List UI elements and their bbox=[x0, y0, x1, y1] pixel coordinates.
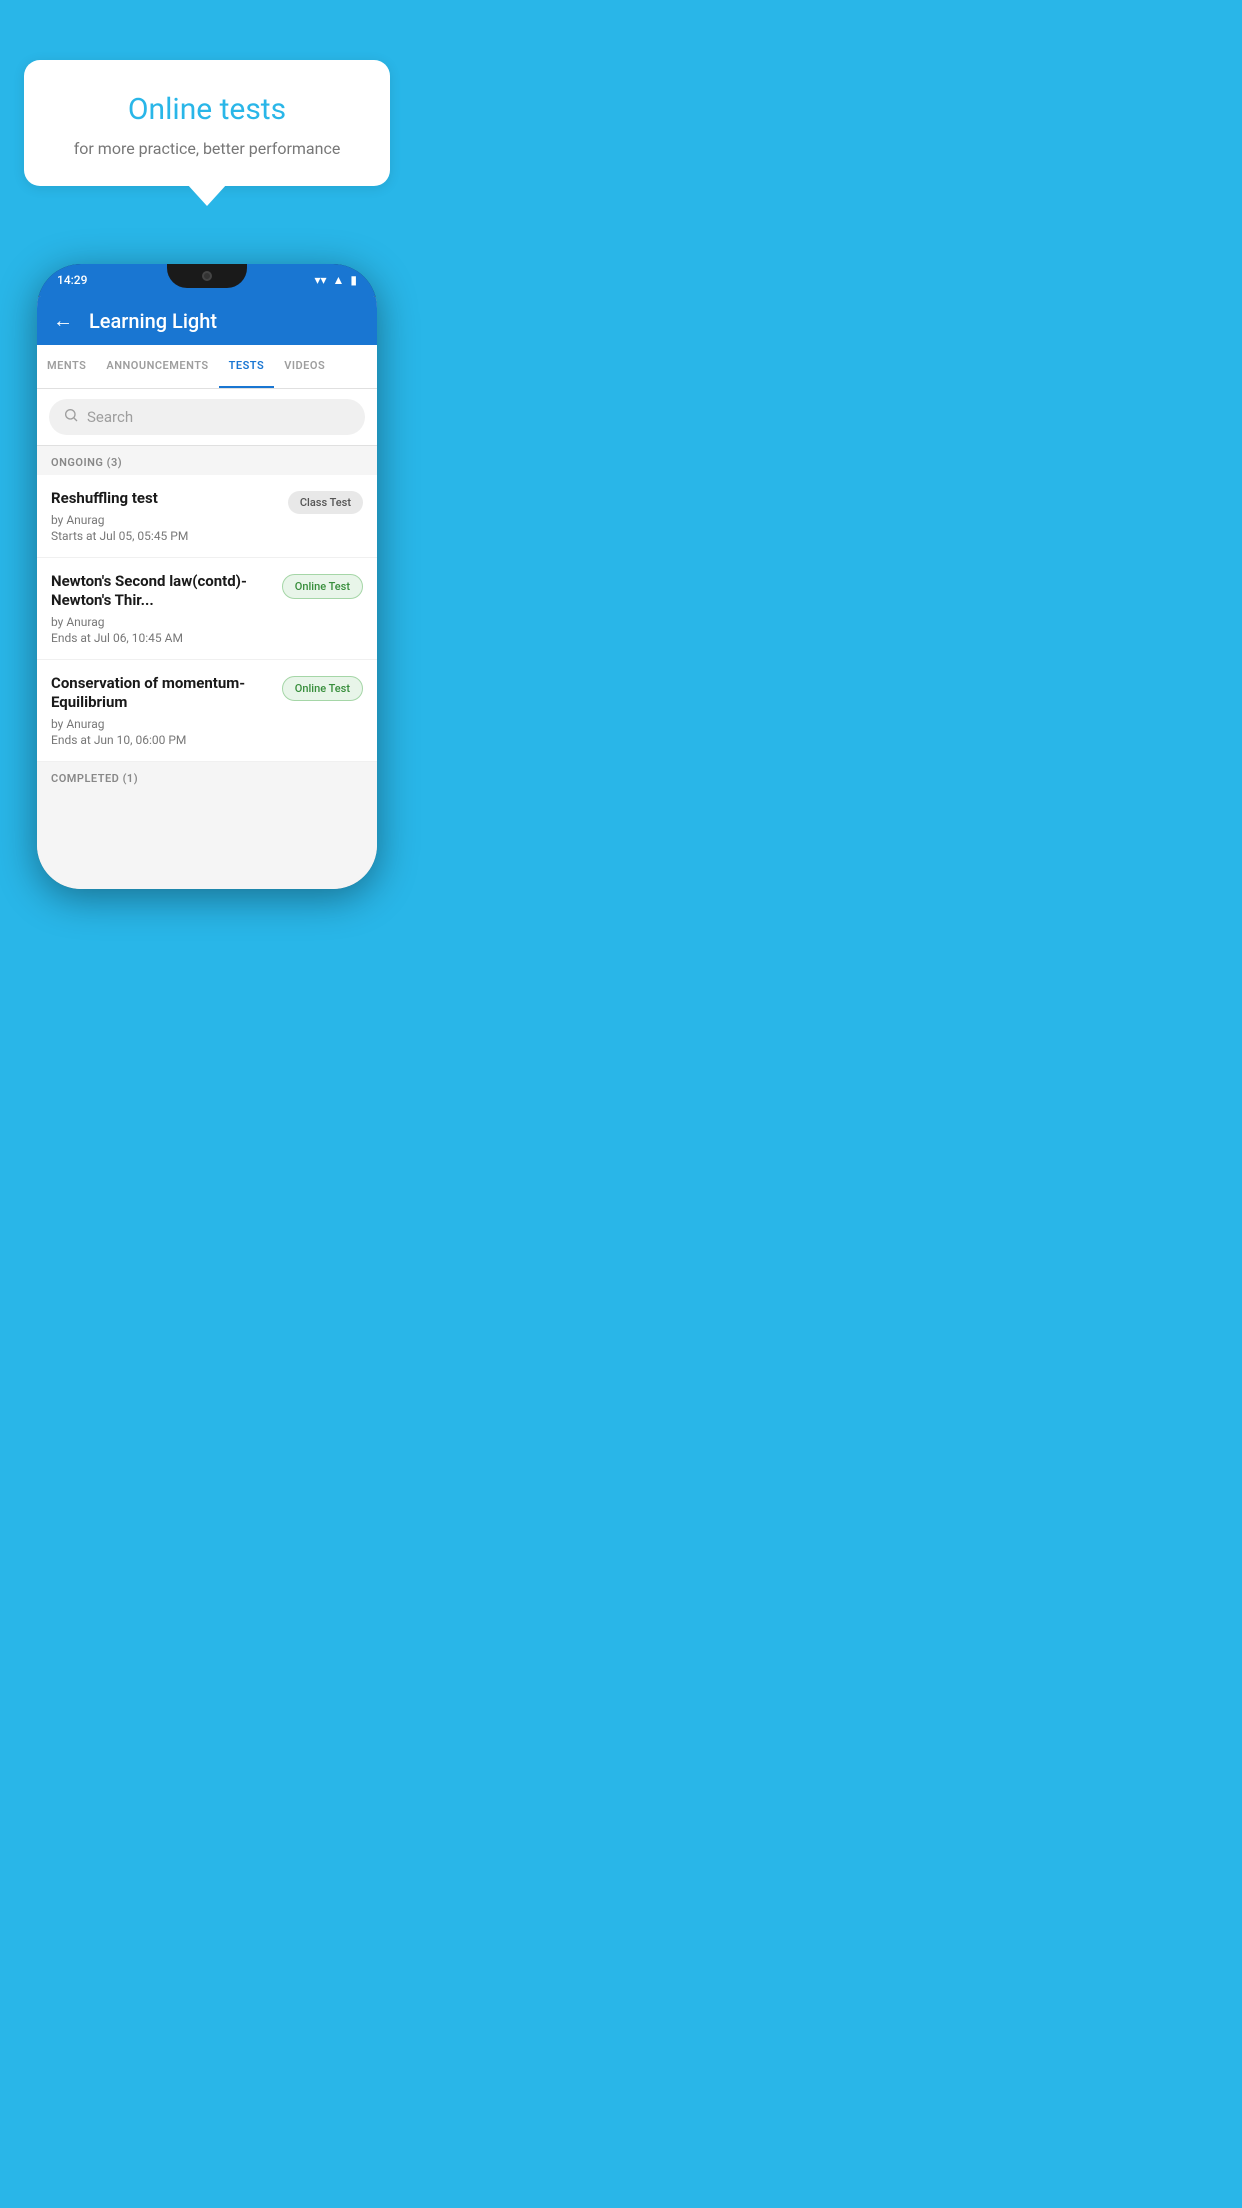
tab-ments[interactable]: MENTS bbox=[37, 345, 96, 388]
test-author: by Anurag bbox=[51, 615, 272, 629]
phone-frame: 14:29 ▾▾ ▲ ▮ ← Learning Light MENTS ANNO… bbox=[37, 264, 377, 889]
test-badge-class: Class Test bbox=[288, 491, 363, 514]
test-title: Conservation of momentum-Equilibrium bbox=[51, 674, 272, 713]
status-icons: ▾▾ ▲ ▮ bbox=[314, 273, 357, 287]
status-time: 14:29 bbox=[57, 273, 87, 287]
wifi-icon: ▾▾ bbox=[314, 273, 326, 287]
tab-bar: MENTS ANNOUNCEMENTS TESTS VIDEOS bbox=[37, 345, 377, 389]
test-title: Reshuffling test bbox=[51, 489, 278, 509]
test-info: Conservation of momentum-Equilibrium by … bbox=[51, 674, 272, 747]
tab-videos[interactable]: VIDEOS bbox=[274, 345, 335, 388]
front-camera bbox=[202, 271, 212, 281]
tab-announcements[interactable]: ANNOUNCEMENTS bbox=[96, 345, 218, 388]
test-date: Starts at Jul 05, 05:45 PM bbox=[51, 529, 278, 543]
promo-title: Online tests bbox=[48, 92, 366, 127]
tab-tests[interactable]: TESTS bbox=[219, 345, 275, 388]
promo-section: Online tests for more practice, better p… bbox=[0, 0, 414, 216]
phone-wrapper: 14:29 ▾▾ ▲ ▮ ← Learning Light MENTS ANNO… bbox=[0, 216, 414, 889]
test-title: Newton's Second law(contd)-Newton's Thir… bbox=[51, 572, 272, 611]
test-item[interactable]: Newton's Second law(contd)-Newton's Thir… bbox=[37, 558, 377, 660]
search-bar[interactable]: Search bbox=[49, 399, 365, 435]
signal-icon: ▲ bbox=[333, 273, 345, 287]
app-header: ← Learning Light bbox=[37, 296, 377, 345]
phone-inner: ← Learning Light MENTS ANNOUNCEMENTS TES… bbox=[37, 296, 377, 889]
test-author: by Anurag bbox=[51, 513, 278, 527]
search-placeholder: Search bbox=[87, 408, 133, 426]
test-badge-online: Online Test bbox=[282, 676, 363, 701]
completed-section-header: COMPLETED (1) bbox=[37, 762, 377, 791]
app-title: Learning Light bbox=[89, 309, 217, 333]
ongoing-section-header: ONGOING (3) bbox=[37, 446, 377, 475]
test-date: Ends at Jun 10, 06:00 PM bbox=[51, 733, 272, 747]
test-date: Ends at Jul 06, 10:45 AM bbox=[51, 631, 272, 645]
promo-subtitle: for more practice, better performance bbox=[48, 139, 366, 158]
back-button[interactable]: ← bbox=[53, 308, 73, 333]
speech-bubble: Online tests for more practice, better p… bbox=[24, 60, 390, 186]
test-author: by Anurag bbox=[51, 717, 272, 731]
test-info: Newton's Second law(contd)-Newton's Thir… bbox=[51, 572, 272, 645]
battery-icon: ▮ bbox=[350, 273, 357, 287]
test-item[interactable]: Reshuffling test by Anurag Starts at Jul… bbox=[37, 475, 377, 558]
test-badge-online: Online Test bbox=[282, 574, 363, 599]
test-item[interactable]: Conservation of momentum-Equilibrium by … bbox=[37, 660, 377, 762]
content-area: Search ONGOING (3) Reshuffling test by A… bbox=[37, 389, 377, 889]
search-icon bbox=[63, 407, 79, 427]
test-info: Reshuffling test by Anurag Starts at Jul… bbox=[51, 489, 278, 543]
search-container: Search bbox=[37, 389, 377, 446]
phone-notch bbox=[167, 264, 247, 288]
